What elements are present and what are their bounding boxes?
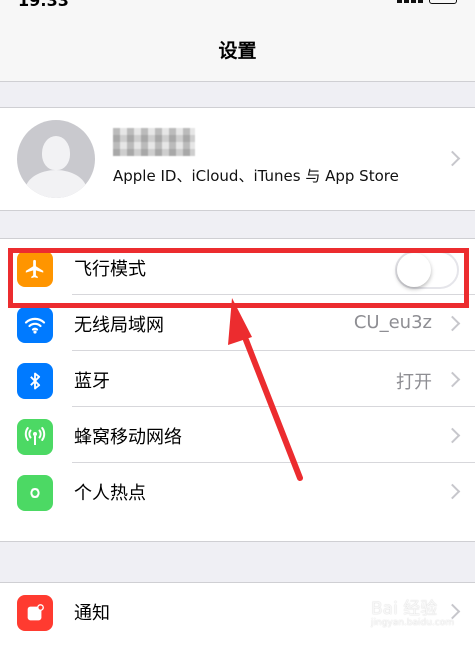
- airplane-mode-highlight-box: [8, 248, 469, 308]
- chevron-right-icon: [444, 483, 461, 500]
- apple-id-profile-row[interactable]: Apple ID、iCloud、iTunes 与 App Store: [0, 107, 475, 211]
- status-bar: 19:33: [0, 0, 475, 16]
- notifications-label: 通知: [74, 603, 110, 624]
- bluetooth-value: 打开: [396, 372, 432, 393]
- status-time: 19:33: [18, 0, 69, 10]
- baidu-jingyan-watermark: Bai 经验 jingyan.baidu.com: [371, 600, 471, 648]
- signal-icon: [397, 0, 423, 3]
- notifications-icon: [17, 595, 53, 631]
- chevron-right-icon: [444, 427, 461, 444]
- cellular-label: 蜂窝移动网络: [74, 427, 182, 448]
- cellular-row[interactable]: 蜂窝移动网络: [0, 407, 475, 463]
- bluetooth-row[interactable]: 蓝牙 打开: [0, 351, 475, 407]
- wifi-value: CU_eu3z: [353, 312, 432, 333]
- person-placeholder-icon: [17, 120, 95, 198]
- wifi-icon: [17, 307, 53, 343]
- status-icons: [397, 0, 457, 4]
- chevron-right-icon: [444, 150, 461, 167]
- blurred-profile-name: [113, 128, 195, 156]
- wifi-label: 无线局域网: [74, 315, 164, 336]
- page-title: 设置: [218, 40, 257, 62]
- watermark-subtext: jingyan.baidu.com: [371, 618, 455, 628]
- hotspot-label: 个人热点: [74, 483, 146, 504]
- chevron-right-icon: [444, 371, 461, 388]
- battery-icon: [429, 0, 457, 4]
- hotspot-row[interactable]: 个人热点: [0, 463, 475, 519]
- bluetooth-icon: [17, 363, 53, 399]
- cellular-icon: [17, 419, 53, 455]
- bluetooth-label: 蓝牙: [74, 371, 110, 392]
- watermark-brand: Bai 经验: [371, 599, 438, 619]
- chevron-right-icon: [444, 315, 461, 332]
- navigation-bar: 设置: [0, 16, 475, 82]
- hotspot-icon: [17, 475, 53, 511]
- profile-subtitle: Apple ID、iCloud、iTunes 与 App Store: [113, 167, 399, 185]
